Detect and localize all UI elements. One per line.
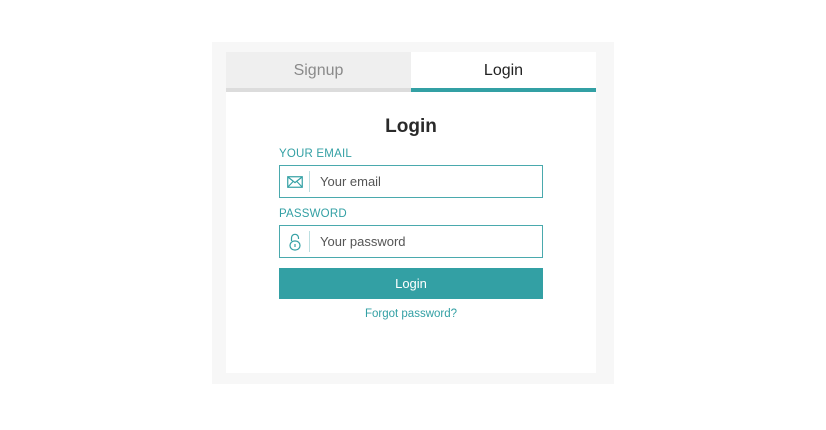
email-field[interactable] xyxy=(279,165,543,198)
password-label: PASSWORD xyxy=(279,208,347,220)
password-field[interactable] xyxy=(279,225,543,258)
tab-signup-label: Signup xyxy=(293,62,344,79)
forgot-password-link[interactable]: Forgot password? xyxy=(226,308,596,320)
email-input[interactable] xyxy=(320,174,530,189)
auth-tabs: Signup Login xyxy=(226,52,596,92)
envelope-icon xyxy=(281,171,310,192)
auth-panel-frame: Signup Login Login YOUR EMAIL PASSWORD xyxy=(212,42,614,384)
email-label: YOUR EMAIL xyxy=(279,148,352,160)
lock-icon xyxy=(281,231,310,252)
password-input[interactable] xyxy=(320,234,530,249)
tab-login[interactable]: Login xyxy=(411,52,596,92)
tab-signup[interactable]: Signup xyxy=(226,52,411,92)
tab-login-label: Login xyxy=(483,62,524,79)
login-button[interactable]: Login xyxy=(279,268,543,299)
form-title: Login xyxy=(385,116,437,137)
auth-card: Signup Login Login YOUR EMAIL PASSWORD xyxy=(226,52,596,373)
